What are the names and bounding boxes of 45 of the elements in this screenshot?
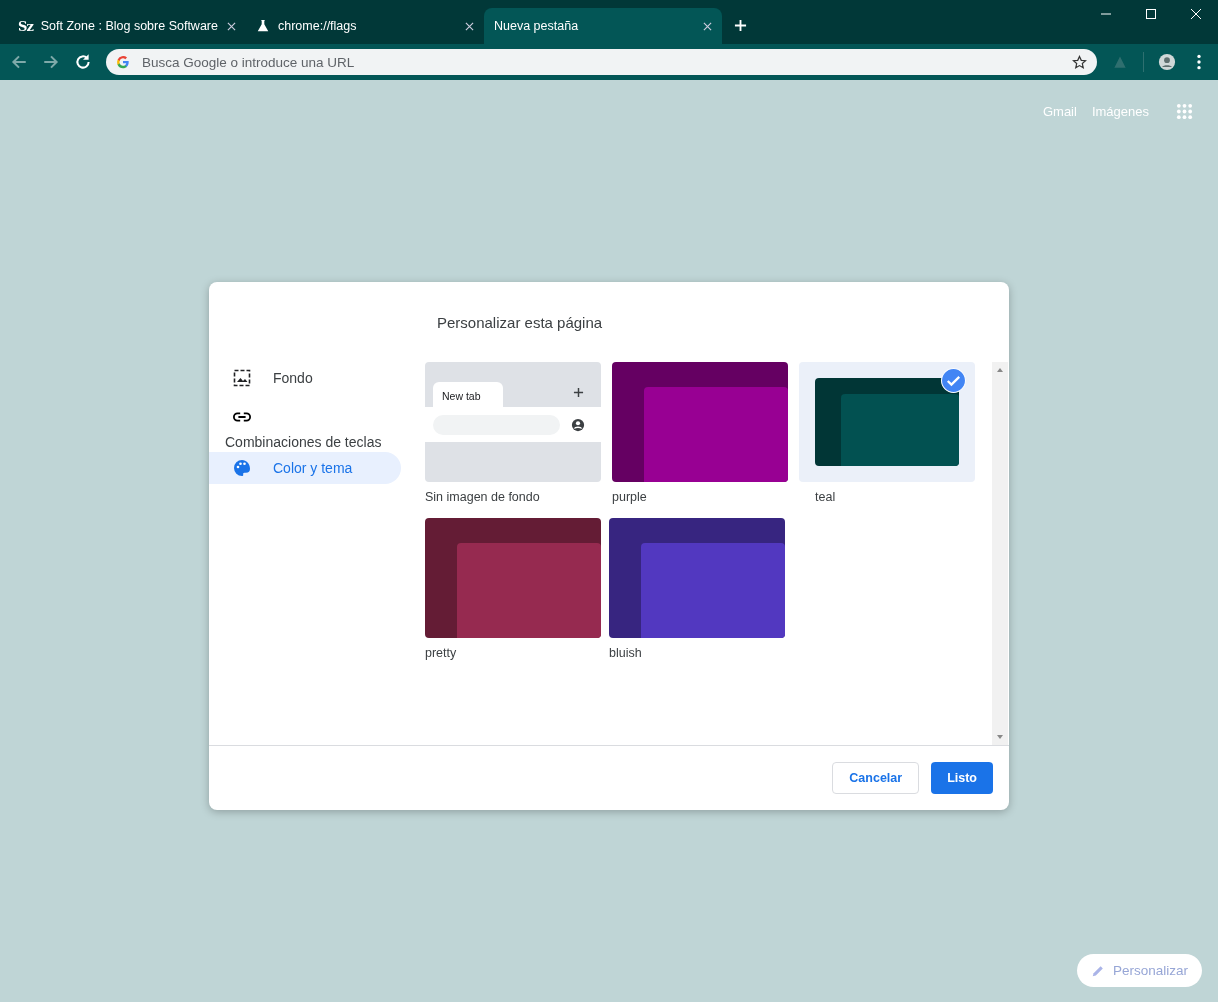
theme-label: bluish — [609, 645, 643, 660]
theme-label: purple — [612, 489, 648, 504]
theme-tile[interactable]: New tab — [425, 362, 601, 482]
scroll-down-icon[interactable] — [996, 734, 1004, 740]
forward-icon[interactable] — [42, 53, 60, 71]
image-icon — [233, 369, 251, 387]
theme-label: pretty — [425, 645, 458, 660]
site-logo-icon: Sz — [18, 18, 33, 34]
star-icon[interactable] — [1072, 54, 1087, 70]
close-icon[interactable] — [465, 21, 474, 31]
new-tab-icon[interactable] — [734, 19, 747, 32]
tab-title: Nueva pestaña — [494, 19, 580, 33]
cancel-button[interactable]: Cancelar — [832, 762, 920, 794]
theme-tile[interactable] — [799, 362, 975, 482]
browser-tab[interactable]: Nueva pestaña — [484, 8, 722, 44]
back-icon[interactable] — [10, 53, 28, 71]
maximize-icon[interactable] — [1145, 8, 1157, 20]
pencil-icon — [1090, 963, 1105, 978]
theme-tile[interactable] — [425, 518, 601, 638]
flask-icon — [256, 19, 270, 33]
theme-tile[interactable] — [612, 362, 788, 482]
close-icon[interactable] — [227, 21, 236, 31]
scrollbar[interactable] — [992, 362, 1008, 745]
check-icon — [941, 368, 966, 393]
avatar-icon[interactable] — [1158, 53, 1176, 71]
menu-item[interactable]: Fondo — [209, 362, 401, 394]
menu-item[interactable]: Color y tema — [209, 452, 401, 484]
browser-tab[interactable]: chrome://flags — [246, 8, 484, 44]
account-icon — [571, 417, 585, 432]
plus-icon — [573, 387, 584, 398]
dialog-title: Personalizar esta página — [436, 313, 604, 330]
tab-title: Soft Zone : Blog sobre Software — [40, 19, 219, 33]
scroll-up-icon[interactable] — [996, 367, 1004, 373]
reload-icon[interactable] — [74, 53, 92, 71]
browser-tab[interactable]: Sz Soft Zone : Blog sobre Software — [8, 8, 246, 44]
search-icon — [116, 55, 130, 69]
done-button[interactable]: Listo — [931, 762, 993, 794]
preview-tab: New tab — [433, 382, 503, 408]
tab-title: chrome://flags — [278, 19, 358, 33]
omnibox[interactable]: Busca Google o introduce una URL — [106, 49, 1097, 75]
theme-label: Sin imagen de fondo — [425, 489, 541, 504]
theme-tile[interactable] — [609, 518, 785, 638]
theme-label: teal — [814, 489, 837, 504]
menu-item[interactable]: Combinaciones de teclas — [209, 408, 401, 450]
palette-icon — [233, 459, 251, 477]
